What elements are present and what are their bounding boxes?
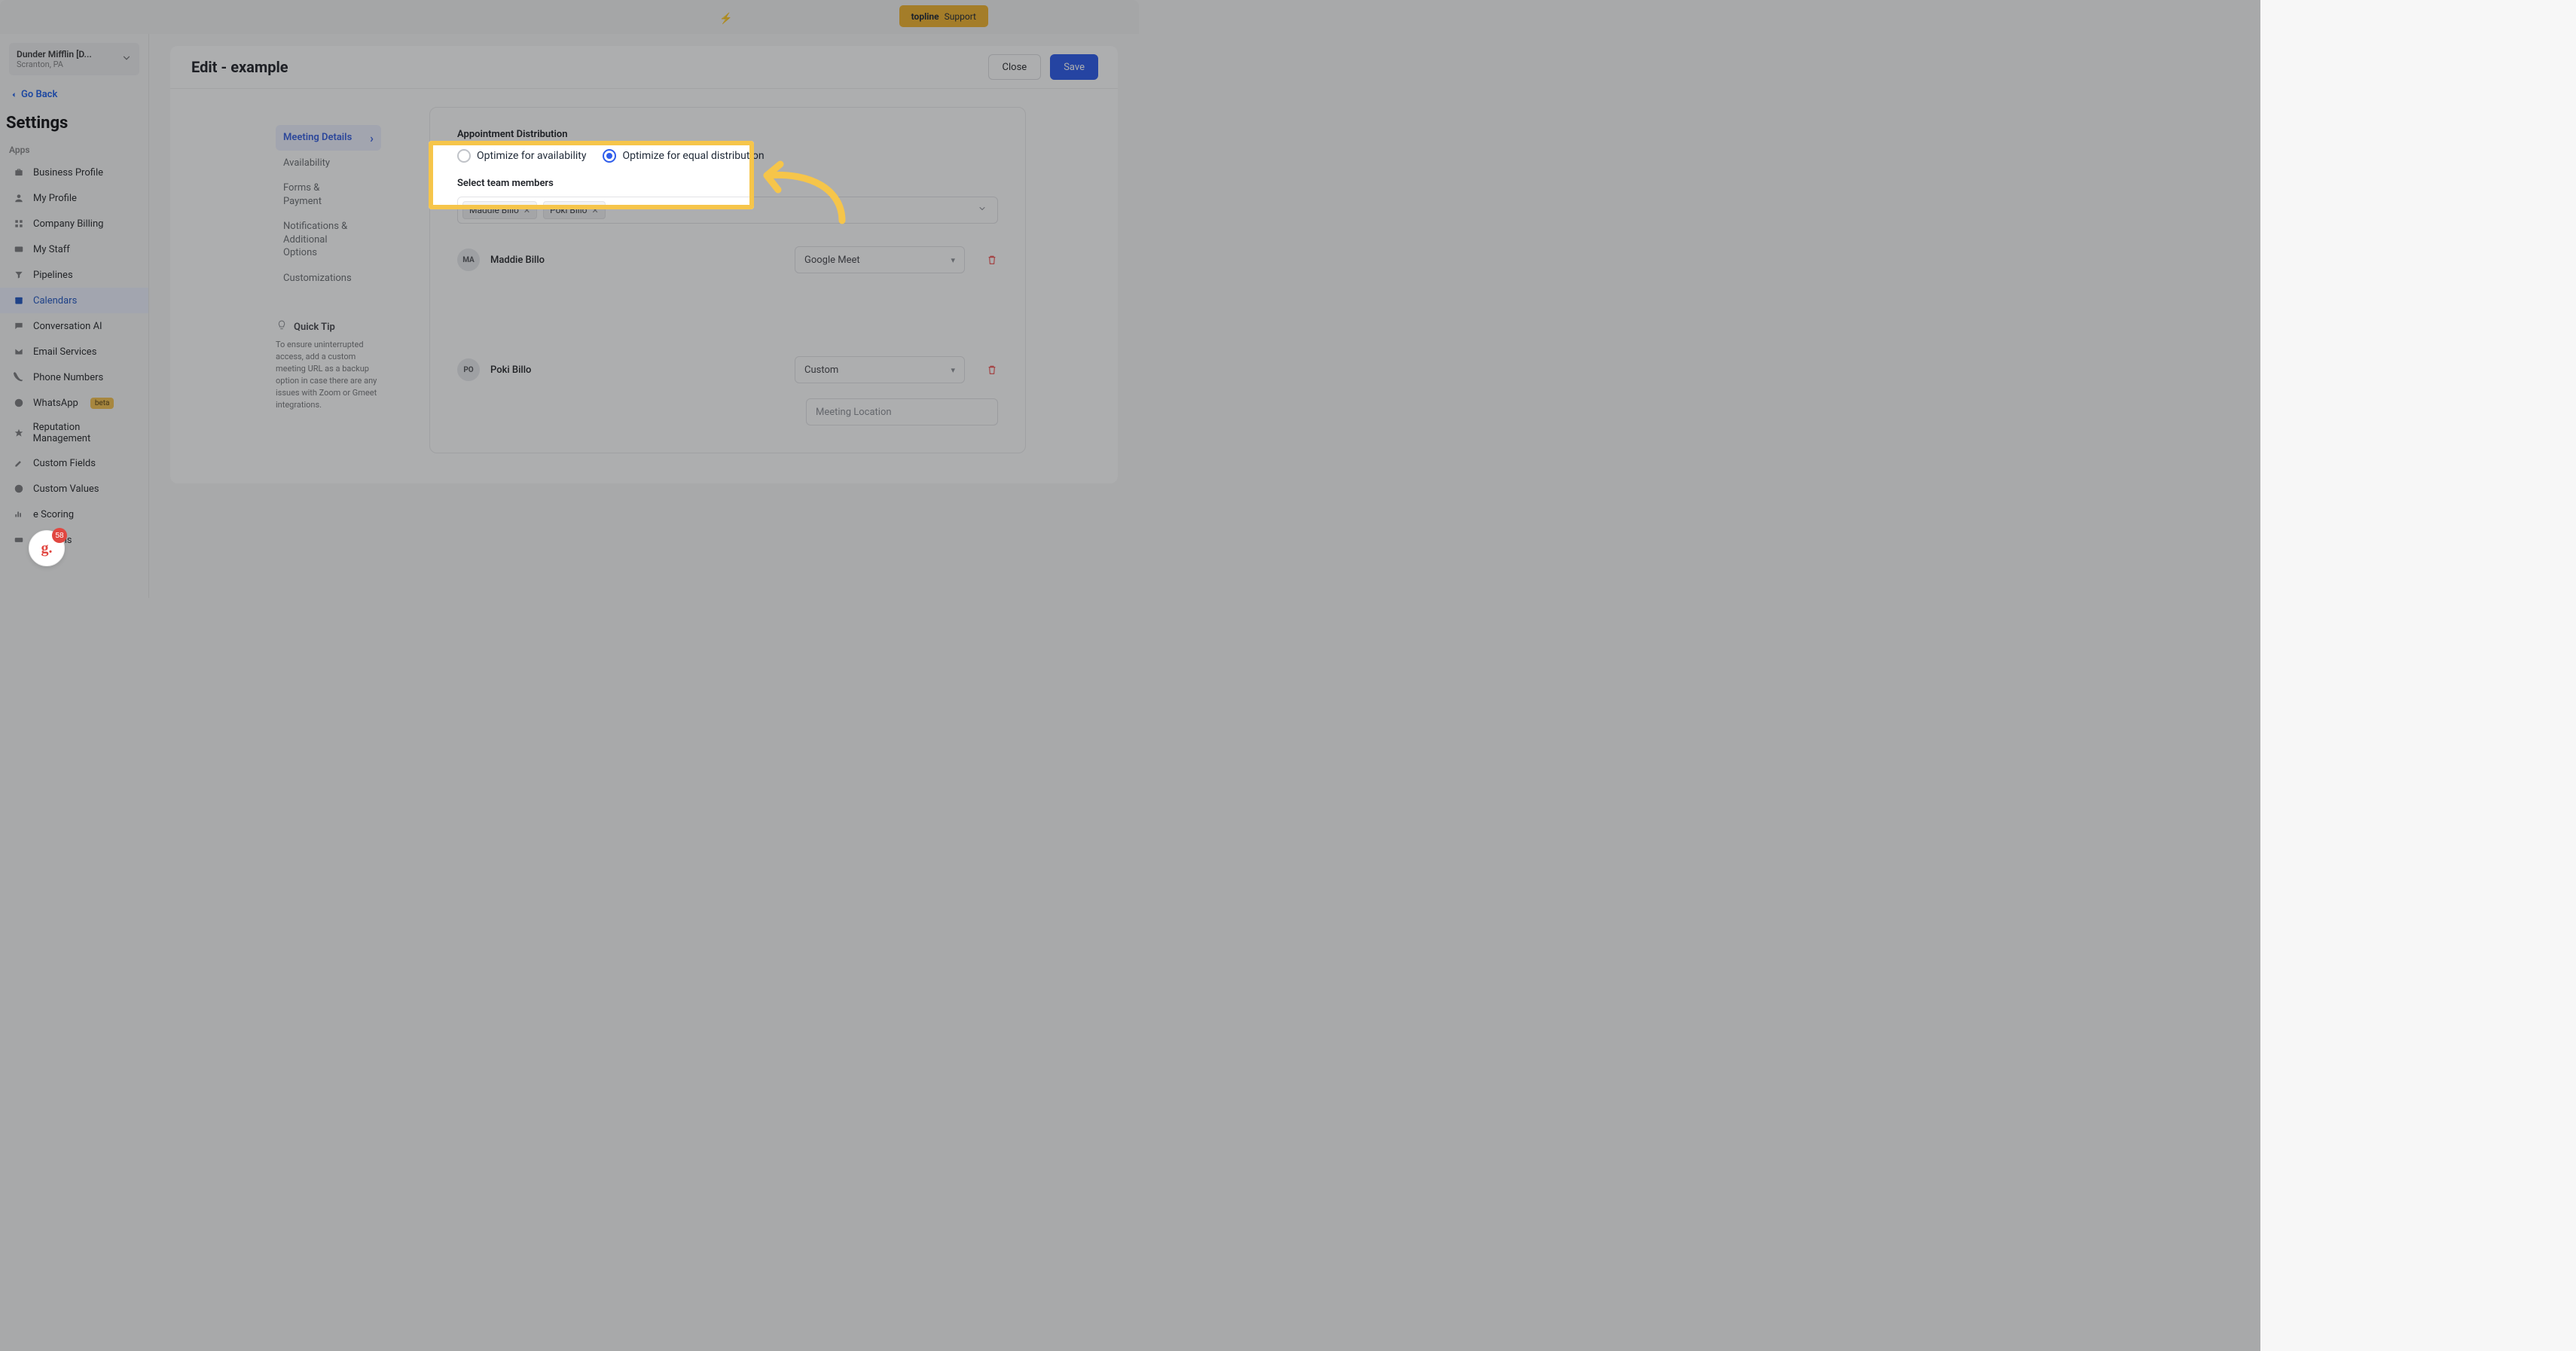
lightbulb-icon bbox=[276, 319, 288, 334]
meeting-location-select[interactable]: Google Meet ▾ bbox=[795, 246, 965, 273]
account-name: Dunder Mifflin [D... bbox=[17, 49, 92, 59]
sidebar-item-pipelines[interactable]: Pipelines bbox=[0, 262, 148, 288]
sidebar-item-whatsapp[interactable]: WhatsApp beta bbox=[0, 390, 148, 416]
sidebar-item-business-profile[interactable]: Business Profile bbox=[0, 160, 148, 185]
radio-selected-icon bbox=[603, 149, 616, 163]
star-icon bbox=[12, 426, 26, 440]
sidebar: Dunder Mifflin [D... Scranton, PA Go Bac… bbox=[0, 34, 149, 598]
assistant-widget[interactable]: g. 58 bbox=[29, 530, 65, 566]
briefcase-icon bbox=[12, 166, 26, 179]
sidebar-item-phone-numbers[interactable]: Phone Numbers bbox=[0, 364, 148, 390]
widget-logo-icon: g. bbox=[41, 540, 53, 557]
select-members-label: Select team members bbox=[457, 178, 998, 189]
save-button[interactable]: Save bbox=[1050, 54, 1098, 80]
sidebar-item-my-staff[interactable]: My Staff bbox=[0, 236, 148, 262]
chart-icon bbox=[12, 508, 26, 521]
chat-icon bbox=[12, 319, 26, 333]
sidebar-item-company-billing[interactable]: Company Billing bbox=[0, 211, 148, 236]
whatsapp-icon bbox=[12, 396, 26, 410]
lightning-icon: ⚡ bbox=[719, 13, 732, 25]
radio-availability[interactable]: Optimize for availability bbox=[457, 149, 586, 163]
member-name: Poki Billo bbox=[490, 364, 531, 376]
sidebar-item-domains[interactable]: Domains bbox=[0, 527, 148, 553]
member-chip: Maddie Billo ✕ bbox=[462, 201, 537, 219]
chevron-down-icon bbox=[121, 53, 132, 66]
tab-customizations[interactable]: Customizations bbox=[276, 266, 381, 291]
members-multiselect[interactable]: Maddie Billo ✕ Poki Billo ✕ bbox=[457, 197, 998, 224]
sidebar-item-scoring[interactable]: e Scoring bbox=[0, 502, 148, 527]
go-back-link[interactable]: Go Back bbox=[9, 89, 139, 100]
avatar: PO bbox=[457, 358, 480, 381]
pane-header: Edit - example Close Save bbox=[170, 46, 1118, 89]
sidebar-item-custom-values[interactable]: Custom Values bbox=[0, 476, 148, 502]
account-location: Scranton, PA bbox=[17, 59, 92, 69]
pane-title: Edit - example bbox=[191, 58, 288, 76]
team-icon bbox=[12, 242, 26, 256]
globe-icon bbox=[12, 482, 26, 496]
sidebar-section-apps: Apps bbox=[0, 137, 148, 160]
sidebar-item-my-profile[interactable]: My Profile bbox=[0, 185, 148, 211]
sidebar-item-custom-fields[interactable]: Custom Fields bbox=[0, 450, 148, 476]
chevron-left-icon bbox=[9, 90, 18, 99]
tab-forms-payment[interactable]: Forms & Payment bbox=[276, 175, 381, 214]
top-banner: ⚡ topline Support bbox=[0, 0, 1139, 34]
member-name: Maddie Billo bbox=[490, 255, 545, 266]
avatar: MA bbox=[457, 249, 480, 271]
chevron-down-icon: ▾ bbox=[951, 365, 955, 375]
phone-icon bbox=[12, 371, 26, 384]
mail-icon bbox=[12, 345, 26, 358]
card-icon bbox=[12, 533, 26, 547]
meeting-location-select[interactable]: Custom ▾ bbox=[795, 356, 965, 383]
delete-member-button[interactable] bbox=[986, 254, 998, 266]
quick-tip-body: To ensure uninterrupted access, add a cu… bbox=[276, 339, 378, 411]
funnel-icon bbox=[12, 268, 26, 282]
sidebar-item-calendars[interactable]: Calendars bbox=[0, 288, 148, 313]
widget-badge-count: 58 bbox=[52, 528, 67, 543]
radio-icon bbox=[457, 149, 471, 163]
support-button[interactable]: topline Support bbox=[899, 5, 988, 27]
tab-availability[interactable]: Availability bbox=[276, 151, 381, 176]
member-chip: Poki Billo ✕ bbox=[543, 201, 606, 219]
main-area: Edit - example Close Save Meeting Detail… bbox=[149, 34, 1139, 598]
quick-tip: Quick Tip To ensure uninterrupted access… bbox=[276, 319, 378, 411]
tab-notifications[interactable]: Notifications & Additional Options bbox=[276, 214, 381, 266]
sidebar-item-reputation[interactable]: Reputation Management bbox=[0, 416, 148, 450]
calendar-icon bbox=[12, 294, 26, 307]
account-switcher[interactable]: Dunder Mifflin [D... Scranton, PA bbox=[9, 43, 139, 75]
chevron-down-icon bbox=[978, 204, 993, 216]
radio-equal-distribution[interactable]: Optimize for equal distribution bbox=[603, 149, 764, 163]
meeting-location-input[interactable]: Meeting Location bbox=[806, 398, 998, 425]
form-card: Appointment Distribution Optimize for av… bbox=[429, 107, 1026, 453]
distribution-label: Appointment Distribution bbox=[457, 129, 998, 140]
grid-icon bbox=[12, 217, 26, 230]
edit-icon bbox=[12, 456, 26, 470]
beta-badge: beta bbox=[90, 398, 114, 409]
tab-meeting-details[interactable]: Meeting Details bbox=[276, 125, 381, 151]
go-back-label: Go Back bbox=[21, 89, 57, 100]
delete-member-button[interactable] bbox=[986, 364, 998, 376]
close-button[interactable]: Close bbox=[988, 54, 1042, 80]
settings-header: Settings bbox=[6, 114, 142, 133]
remove-chip-icon[interactable]: ✕ bbox=[523, 206, 530, 215]
sidebar-item-email-services[interactable]: Email Services bbox=[0, 339, 148, 364]
user-icon bbox=[12, 191, 26, 205]
remove-chip-icon[interactable]: ✕ bbox=[591, 206, 598, 215]
sidebar-item-conversation-ai[interactable]: Conversation AI bbox=[0, 313, 148, 339]
chevron-down-icon: ▾ bbox=[951, 255, 955, 265]
